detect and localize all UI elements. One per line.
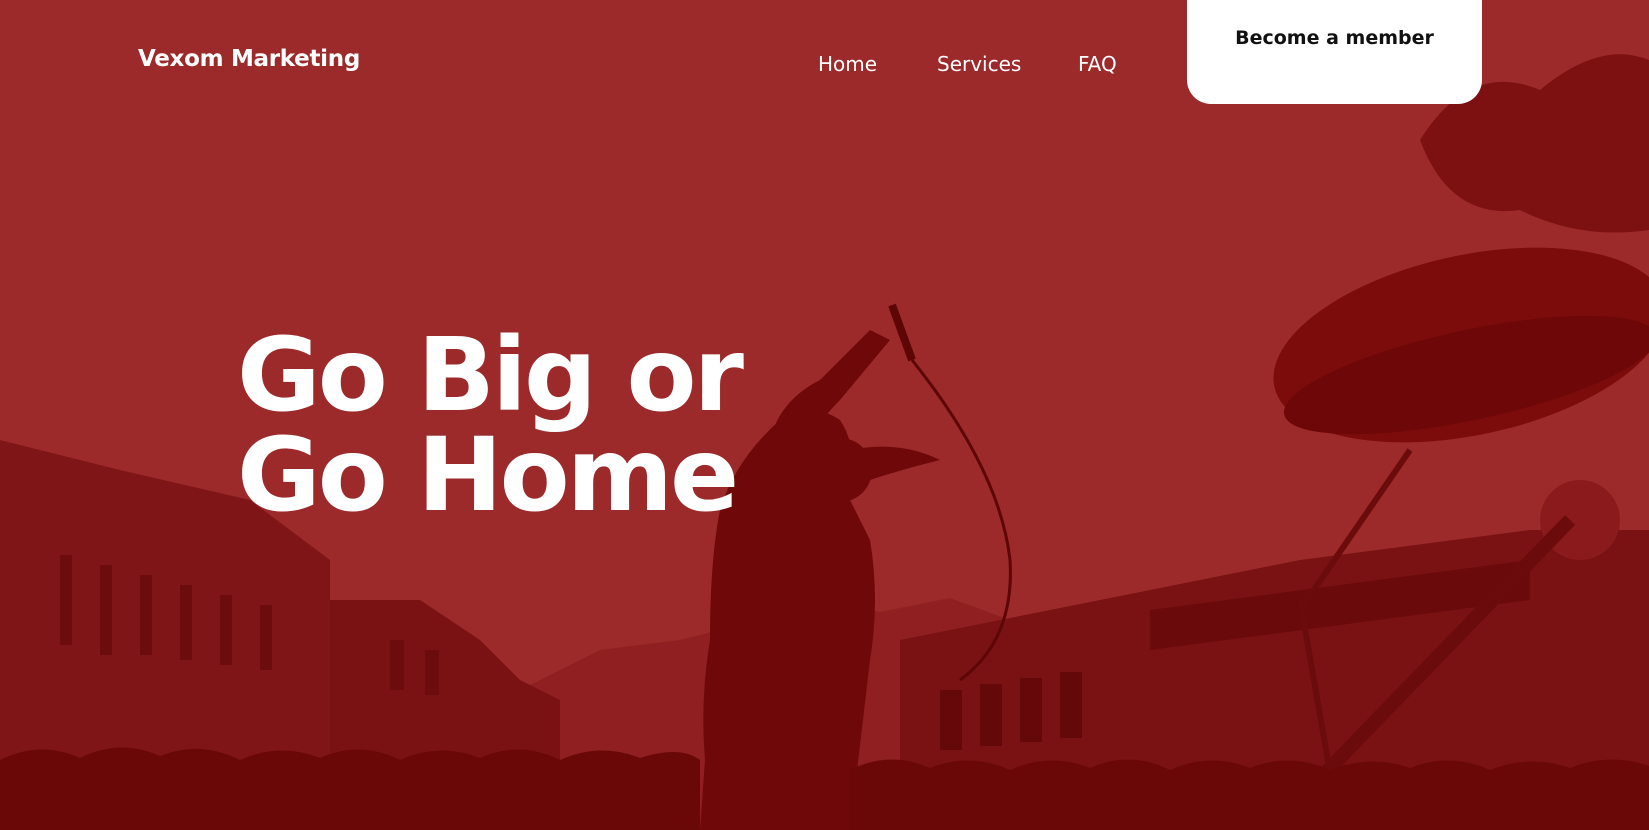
nav-link-faq[interactable]: FAQ [1078, 52, 1117, 76]
hero-headline-line-1: Go Big or [237, 316, 744, 435]
brand-logo[interactable]: Vexom Marketing [138, 46, 360, 72]
hero-headline: Go Big or Go Home [237, 316, 744, 535]
hero-section: Vexom Marketing Home Services FAQ Become… [0, 0, 1649, 830]
become-member-button[interactable]: Become a member [1187, 0, 1482, 104]
nav-link-home[interactable]: Home [818, 52, 877, 76]
top-navigation: Vexom Marketing Home Services FAQ Become… [0, 0, 1649, 120]
hero-headline-line-2: Go Home [237, 416, 739, 535]
nav-link-services[interactable]: Services [937, 52, 1021, 76]
